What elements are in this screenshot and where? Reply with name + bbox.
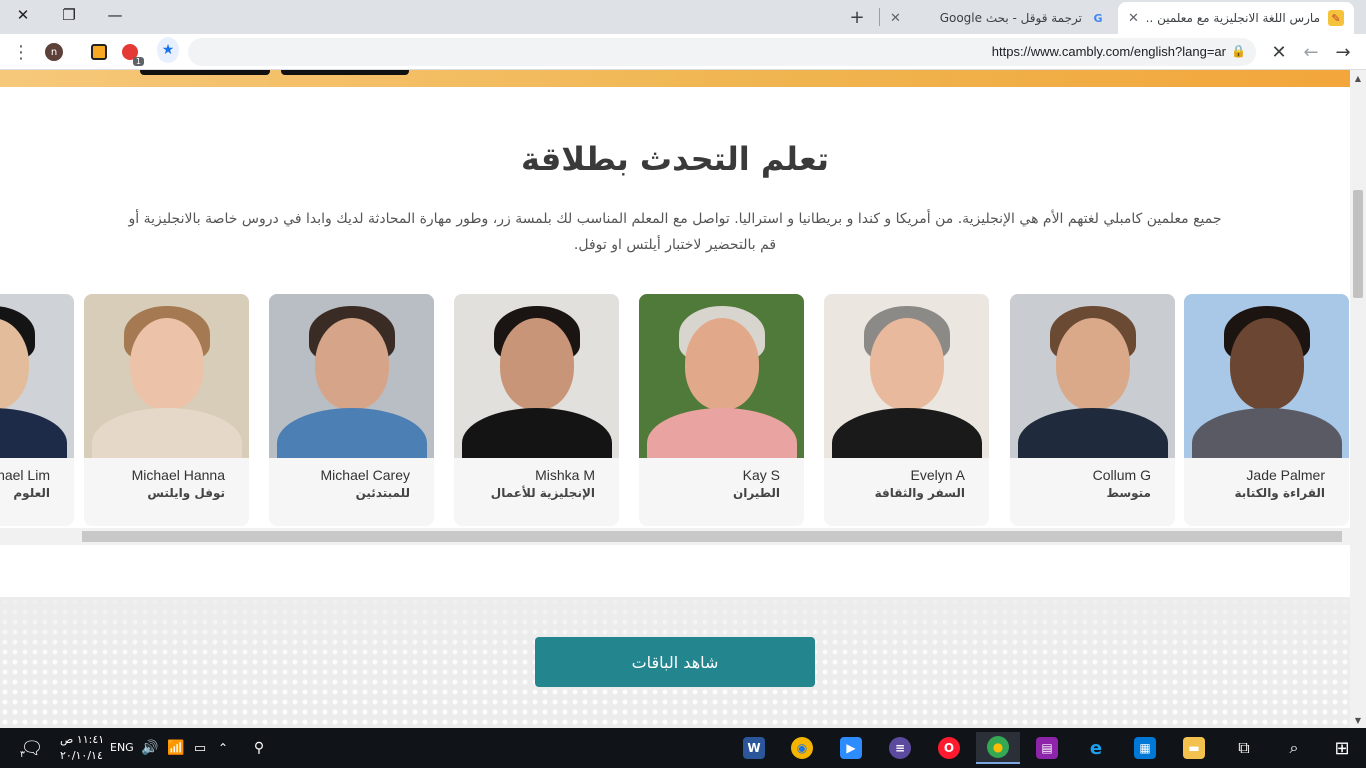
tab-strip: ✕ ❐ — + G ترجمة قوقل - بحث Google ✕ ✎ ما… [0,0,1366,34]
address-bar[interactable]: https://www.cambly.com/english?lang=ar 🔒 [188,38,1256,66]
tutor-card[interactable]: Evelyn A السفر والثقافة [824,294,989,526]
winrar-app-icon[interactable]: ▤ [1025,732,1069,764]
tutor-photo [1010,294,1175,458]
opera-app-icon[interactable]: O [927,732,971,764]
forward-arrow-icon[interactable]: ← [1300,41,1322,63]
google-icon: G [1093,11,1103,25]
tutor-specialty: العلوم [13,486,50,500]
tutor-card[interactable]: Collum G متوسط [1010,294,1175,526]
extension-icon[interactable] [88,41,110,63]
browser-toolbar: ⋮ n 1 ★ https://www.cambly.com/english?l… [0,34,1366,70]
minimize-window-button[interactable]: — [92,0,138,30]
tutor-specialty: توفل وايلتس [147,486,225,500]
clock-date[interactable]: ٢٠/١٠/١٤ [60,749,103,762]
tutor-name: Michael Carey [320,467,410,483]
tutor-card[interactable]: Kay S الطيران [639,294,804,526]
tutor-specialty: السفر والثقافة [874,486,965,500]
section-heading: تعلم التحدث بطلاقة [520,140,830,178]
windows-taskbar: 🗨 ٣ ١١:٤١ ص ٢٠/١٠/١٤ ENG 🔊 📶 ▭ ⌃ ⚲ W ◉ ▶… [0,728,1366,768]
tutor-name: Kay S [742,467,780,483]
tab-google-translate[interactable]: G ترجمة قوقل - بحث Google ✕ [880,2,1116,34]
tutor-card[interactable]: Michael Carey للمبتدئين [269,294,434,526]
tab-title: مارس اللغة الانجليزية مع معلمين ... [1146,11,1320,25]
tutor-card[interactable]: Jade Palmer القراءة والكتابة [1184,294,1349,526]
task-view-icon[interactable]: ⧉ [1222,732,1266,764]
tutor-card[interactable]: Mishka M الإنجليزية للأعمال [454,294,619,526]
scroll-up-icon[interactable]: ▲ [1350,70,1366,86]
tutor-photo [454,294,619,458]
file-explorer-icon[interactable]: ▬ [1172,732,1216,764]
view-plans-button[interactable]: شاهد الباقات [535,637,815,687]
close-window-button[interactable]: ✕ [0,0,46,30]
store-app-icon[interactable]: ▦ [1123,732,1167,764]
menu-dots-icon[interactable]: ⋮ [10,41,32,63]
tutor-name: Evelyn A [910,467,965,483]
action-center-icon[interactable]: 🗨 [10,732,54,764]
tutor-name: Collum G [1092,467,1151,483]
tutor-specialty: الطيران [732,486,780,500]
people-icon[interactable]: ⚲ [244,732,274,764]
tutor-photo [1184,294,1349,458]
tab-cambly[interactable]: ✎ مارس اللغة الانجليزية مع معلمين ... ✕ [1118,2,1354,34]
app-store-button[interactable] [140,70,270,75]
notification-count: ٣ [20,750,25,760]
tutor-photo [639,294,804,458]
tab-title: ترجمة قوقل - بحث Google [939,11,1082,25]
tutor-name: Michael Lim [0,467,50,483]
adblock-extension-icon[interactable]: 1 [119,41,144,66]
tutor-specialty: متوسط [1106,486,1151,500]
tutor-specialty: القراءة والكتابة [1234,486,1325,500]
page-scrollbar-thumb[interactable] [1353,190,1363,298]
search-icon[interactable]: ⌕ [1272,732,1316,764]
cambly-icon: ✎ [1328,10,1344,26]
tutor-photo [269,294,434,458]
url-text: https://www.cambly.com/english?lang=ar [991,44,1226,59]
tutor-specialty: الإنجليزية للأعمال [490,486,595,500]
tutor-photo [824,294,989,458]
tutor-name: Mishka M [535,467,595,483]
word-app-icon[interactable]: W [732,732,776,764]
page-scrollbar[interactable]: ▲ ▼ [1350,70,1366,728]
tutor-photo [0,294,74,458]
chrome-alt-app-icon[interactable]: ◉ [780,732,824,764]
media-app-icon[interactable]: ≡ [878,732,922,764]
tutor-photo [84,294,249,458]
page-viewport: تعلم التحدث بطلاقة جميع معلمين كامبلي لغ… [0,70,1350,728]
tutor-name: Michael Hanna [131,467,225,483]
tutor-name: Jade Palmer [1246,467,1325,483]
extension-badge: 1 [132,57,144,66]
tutor-card[interactable]: Michael Hanna توفل وايلتس [84,294,249,526]
carousel-scrollbar-thumb[interactable] [82,531,1342,542]
back-arrow-icon[interactable]: → [1332,41,1354,63]
clock-time[interactable]: ١١:٤١ ص [60,733,104,746]
stop-loading-icon[interactable]: ✕ [1268,41,1290,63]
zoom-app-icon[interactable]: ▶ [829,732,873,764]
tutor-specialty: للمبتدئين [355,486,410,500]
scroll-down-icon[interactable]: ▼ [1350,712,1366,728]
tutor-card[interactable]: Michael Lim العلوم [0,294,74,526]
internet-explorer-icon[interactable]: e [1074,732,1118,764]
restore-window-button[interactable]: ❐ [46,0,92,30]
chevron-up-icon[interactable]: ⌃ [210,732,236,764]
section-description: جميع معلمين كامبلي لغتهم الأم هي الإنجلي… [128,211,1222,253]
hero-banner-bottom [0,70,1350,87]
bookmark-star-icon[interactable]: ★ [157,37,179,63]
tab-close-icon[interactable]: ✕ [1128,11,1139,26]
lock-icon[interactable]: 🔒 [1231,44,1246,58]
google-play-button[interactable] [281,70,409,75]
profile-initial: n [45,43,63,61]
new-tab-button[interactable]: + [846,6,868,28]
profile-avatar[interactable]: n [43,41,65,63]
chrome-app-icon[interactable]: ● [976,732,1020,764]
tab-close-icon[interactable]: ✕ [890,11,901,26]
windows-start-icon[interactable]: ⊞ [1320,732,1364,764]
